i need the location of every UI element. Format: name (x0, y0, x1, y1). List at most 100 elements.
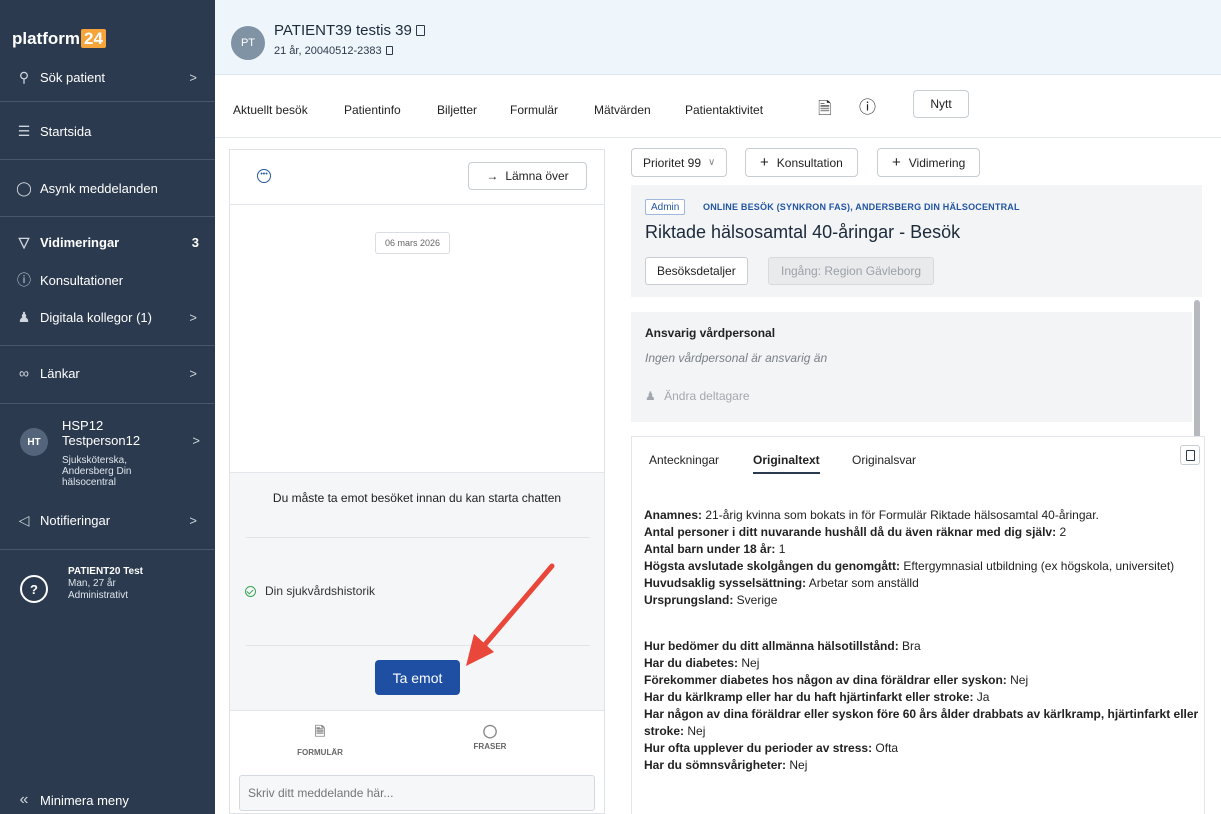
question-label: Hur bedömer du ditt allmänna hälsotillst… (644, 639, 899, 653)
question-label: Högsta avslutade skolgången du genomgått… (644, 559, 901, 573)
chevron-right-icon: > (189, 69, 197, 85)
tab-original-text[interactable]: Originaltext (753, 453, 820, 474)
chevron-right-icon: > (189, 309, 197, 325)
anamnesis-row: Har du sömnsvårigheter: Nej (644, 757, 1199, 774)
anamnesis-row: Huvudsaklig sysselsättning: Arbetar som … (644, 575, 1199, 592)
sidebar-item-links[interactable]: ∞ Länkar > (0, 355, 215, 391)
tab-measurements[interactable]: Mätvärden (594, 103, 651, 117)
new-button[interactable]: Nytt (913, 90, 969, 118)
bell-icon: ▽ (18, 233, 30, 250)
document-icon: 🗎 (314, 724, 326, 739)
copy-icon[interactable] (415, 25, 425, 36)
anamnesis-row: Hur ofta upplever du perioder av stress:… (644, 740, 1199, 757)
tab-patient-info[interactable]: Patientinfo (344, 103, 401, 117)
chat-tools: 🗎 FORMULÄR ◯ FRASER (230, 710, 604, 765)
answer-value: Eftergymnasial utbildning (ex högskola, … (900, 559, 1175, 573)
visit-title: Riktade hälsosamtal 40-åringar - Besök (645, 222, 961, 242)
forms-tool-button[interactable]: 🗎 FORMULÄR (280, 723, 360, 757)
edit-participants-button[interactable]: ♟ Ändra deltagare (645, 389, 750, 403)
menu-list-icon: ☰ (17, 122, 31, 139)
copy-icon (1185, 449, 1195, 461)
answer-value: 2 (1056, 525, 1067, 539)
answer-value: 21-årig kvinna som bokats in för Formulä… (702, 508, 1099, 522)
phrases-tool-button[interactable]: ◯ FRASER (450, 723, 530, 751)
chat-panel: ••• → Lämna över 06 mars 2026 Du måste t… (229, 149, 605, 814)
tab-current-visit[interactable]: Aktuellt besök (233, 103, 308, 117)
arrow-right-icon: → (486, 169, 499, 183)
chevron-right-icon: > (189, 365, 197, 381)
anamnesis-row: Förekommer diabetes hos någon av dina fö… (644, 672, 1199, 689)
anamnesis-group-1: Anamnes: 21-årig kvinna som bokats in fö… (644, 507, 1199, 609)
anamnesis-row: Hur bedömer du ditt allmänna hälsotillst… (644, 638, 1199, 655)
sidebar-item-search-patient[interactable]: ⚲ Sök patient > (0, 59, 215, 95)
double-chevron-left-icon: « (19, 791, 29, 808)
alert-circle-icon[interactable]: ⓘ (859, 93, 876, 118)
answer-value: Arbetar som anställd (806, 576, 919, 590)
question-label: Huvudsaklig sysselsättning: (644, 576, 807, 590)
hand-over-button[interactable]: → Lämna över (468, 162, 587, 190)
document-icon[interactable]: 🗎 (818, 96, 832, 125)
add-vidimation-button[interactable]: + Vidimering (877, 148, 981, 177)
sidebar-item-notifications[interactable]: ◁ Notifieringar > (0, 502, 215, 538)
chat-icon: ◯ (482, 723, 498, 738)
sidebar-item-digital-colleagues[interactable]: ♟ Digitala kollegor (1) > (0, 299, 215, 335)
visit-card: Admin ONLINE BESÖK (SYNKRON FAS), ANDERS… (631, 185, 1202, 297)
copy-button[interactable] (1180, 445, 1200, 465)
patient-status-icon: ? (20, 575, 48, 603)
current-user[interactable]: HT HSP12 Testperson12 Sjuksköterska, Ander… (14, 418, 204, 496)
question-label: Hur ofta upplever du perioder av stress: (644, 741, 873, 755)
active-patient[interactable]: ? PATIENT20 Test Man, 27 år Administrati… (14, 566, 204, 616)
question-circle-icon: ⓘ (17, 272, 31, 288)
chat-bubble-icon: ••• (257, 169, 271, 183)
tab-patient-activity[interactable]: Patientaktivitet (685, 103, 763, 117)
entry-region-button: Ingång: Region Gävleborg (768, 257, 935, 285)
question-label: Antal personer i ditt nuvarande hushåll … (644, 525, 1057, 539)
anamnesis-group-2: Hur bedömer du ditt allmänna hälsotillst… (644, 638, 1199, 774)
anamnesis-row: Antal personer i ditt nuvarande hushåll … (644, 524, 1199, 541)
priority-select[interactable]: Prioritet 99 ∨ (631, 148, 728, 177)
answer-value: Nej (684, 724, 706, 738)
question-label: Har du diabetes: (644, 656, 739, 670)
tab-notes[interactable]: Anteckningar (649, 453, 719, 472)
users-icon: ♟ (17, 308, 31, 325)
question-label: Har du kärlkramp eller har du haft hjärt… (644, 690, 974, 704)
chat-info-text: Du måste ta emot besöket innan du kan st… (272, 491, 562, 505)
platform-logo[interactable]: platform 24 (12, 29, 106, 49)
sidebar-item-home[interactable]: ☰ Startsida (0, 113, 215, 149)
tab-forms[interactable]: Formulär (510, 103, 558, 117)
message-input[interactable] (239, 775, 595, 811)
add-consultation-button[interactable]: + Konsultation (745, 148, 858, 177)
responsible-subtitle: Ingen vårdpersonal är ansvarig än (645, 351, 828, 365)
visit-details-button[interactable]: Besöksdetaljer (645, 257, 748, 285)
notes-panel: Anteckningar Originaltext Originalsvar A… (631, 436, 1205, 814)
chevron-right-icon: > (192, 433, 200, 448)
health-history-item[interactable]: Din sjukvårdshistorik (245, 584, 375, 598)
sidebar-item-vidimations[interactable]: ▽ Vidimeringar 3 (0, 224, 215, 260)
check-circle-icon (245, 585, 256, 597)
patient-meta: 21 år, 20040512-2383 (274, 45, 382, 57)
tab-tickets[interactable]: Biljetter (437, 103, 477, 117)
tab-original-answers[interactable]: Originalsvar (852, 453, 916, 472)
answer-value: Ja (973, 690, 990, 704)
answer-value: 1 (775, 542, 786, 556)
link-icon: ∞ (19, 365, 29, 381)
chat-icon: ◯ (16, 179, 32, 196)
anamnesis-row: Antal barn under 18 år: 1 (644, 541, 1199, 558)
answer-value: Bra (898, 639, 921, 653)
question-label: Förekommer diabetes hos någon av dina fö… (644, 673, 1007, 687)
accept-button[interactable]: Ta emot (375, 660, 460, 695)
question-label: Har du sömnsvårigheter: (644, 758, 787, 772)
question-label: Anamnes: (644, 508, 703, 522)
answer-value: Nej (738, 656, 760, 670)
chat-date-label: 06 mars 2026 (375, 232, 451, 254)
plus-icon: + (760, 154, 769, 171)
sidebar-item-async-messages[interactable]: ◯ Asynk meddelanden (0, 170, 215, 206)
answer-value: Sverige (733, 593, 778, 607)
chevron-right-icon: > (189, 512, 197, 528)
sidebar-item-consultations[interactable]: ⓘ Konsultationer (0, 262, 215, 298)
copy-icon[interactable] (385, 46, 393, 55)
anamnesis-row: Högsta avslutade skolgången du genomgått… (644, 558, 1199, 575)
answer-value: Nej (1006, 673, 1029, 687)
anamnesis-row: Har du kärlkramp eller har du haft hjärt… (644, 689, 1199, 706)
minimize-menu-button[interactable]: « Minimera meny (0, 782, 215, 814)
